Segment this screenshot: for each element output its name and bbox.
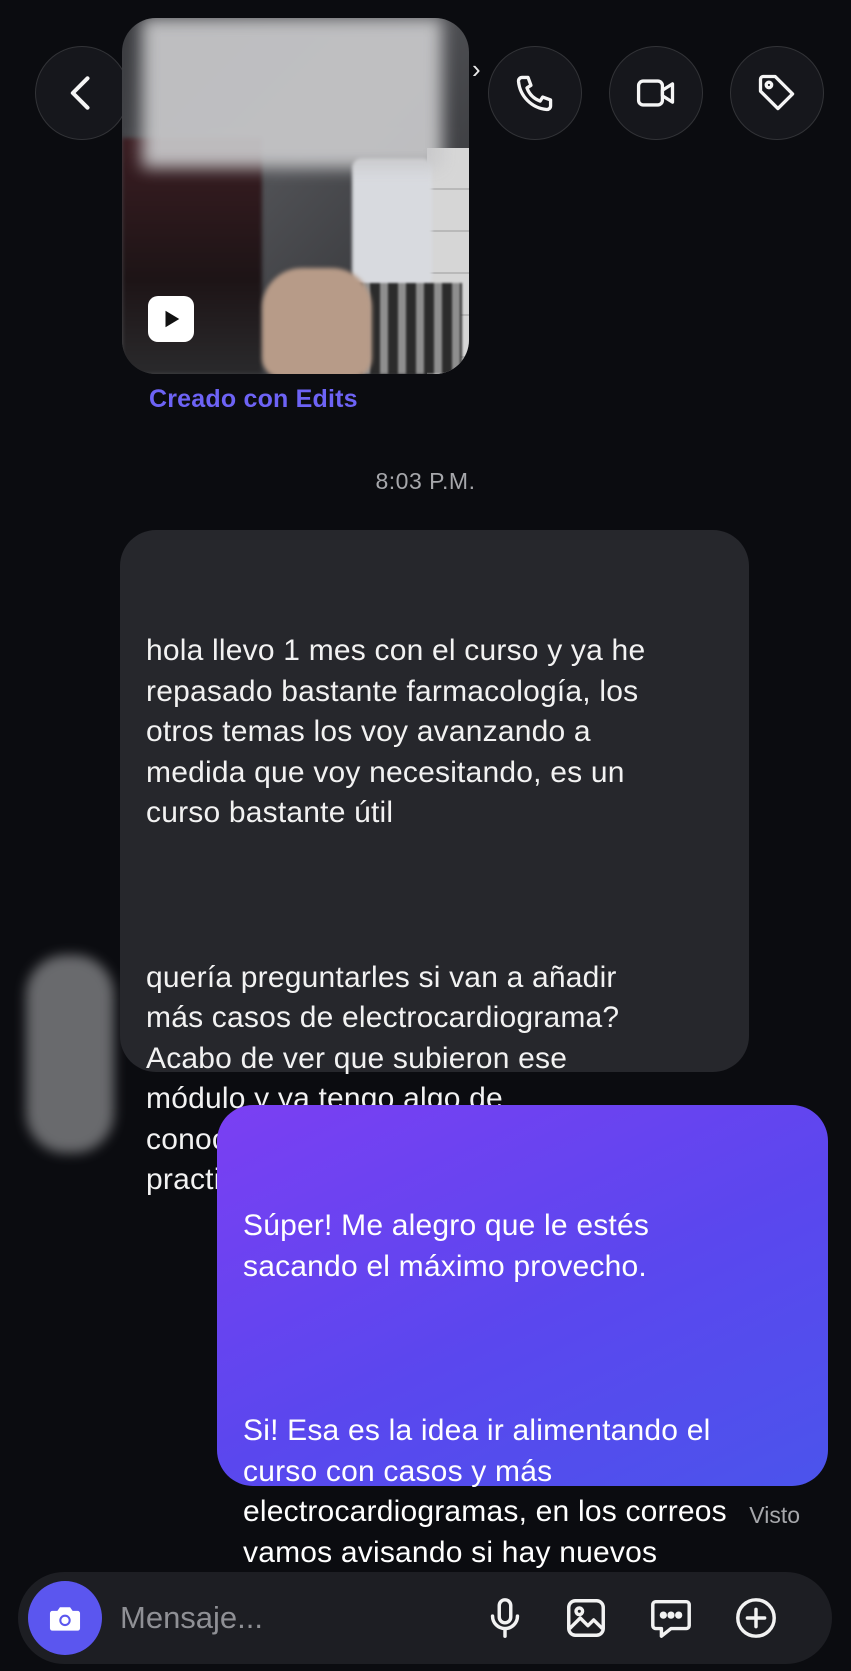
incoming-message-bubble[interactable]: hola llevo 1 mes con el curso y ya he re… — [120, 530, 749, 1196]
shared-video-preview[interactable] — [122, 18, 469, 374]
message-paragraph: hola llevo 1 mes con el curso y ya he re… — [146, 634, 646, 829]
sticker-chat-icon[interactable] — [645, 1592, 697, 1644]
camera-button[interactable] — [28, 1581, 102, 1655]
outgoing-message-bubble[interactable]: Súper! Me alegro que le estés sacando el… — [217, 1105, 828, 1609]
message-input[interactable] — [120, 1594, 450, 1642]
plus-circle-icon[interactable] — [730, 1592, 782, 1644]
phone-icon — [516, 75, 553, 112]
seen-status: Visto — [749, 1502, 800, 1528]
voice-call-button[interactable] — [488, 46, 582, 140]
video-frame-subject — [122, 138, 262, 374]
video-frame-sleeve — [352, 158, 432, 288]
chevron-left-icon — [70, 76, 90, 110]
created-with-edits-link[interactable]: Creado con Edits — [149, 385, 358, 414]
message-paragraph: Súper! Me alegro que le estés sacando el… — [243, 1209, 650, 1283]
blurred-overlay — [142, 18, 442, 168]
tag-icon — [758, 74, 795, 111]
microphone-icon[interactable] — [479, 1592, 531, 1644]
video-call-button[interactable] — [609, 46, 703, 140]
chevron-right-icon: › — [472, 54, 481, 84]
message-composer — [18, 1572, 832, 1664]
back-button[interactable] — [35, 46, 129, 140]
reels-play-icon — [148, 296, 194, 342]
message-timestamp: 8:03 P.M. — [375, 468, 476, 494]
video-frame-hand — [262, 268, 372, 374]
gallery-icon[interactable] — [560, 1592, 612, 1644]
tag-button[interactable] — [730, 46, 824, 140]
avatar[interactable] — [26, 955, 114, 1153]
camera-icon — [49, 1607, 81, 1631]
video-camera-icon — [636, 79, 675, 107]
